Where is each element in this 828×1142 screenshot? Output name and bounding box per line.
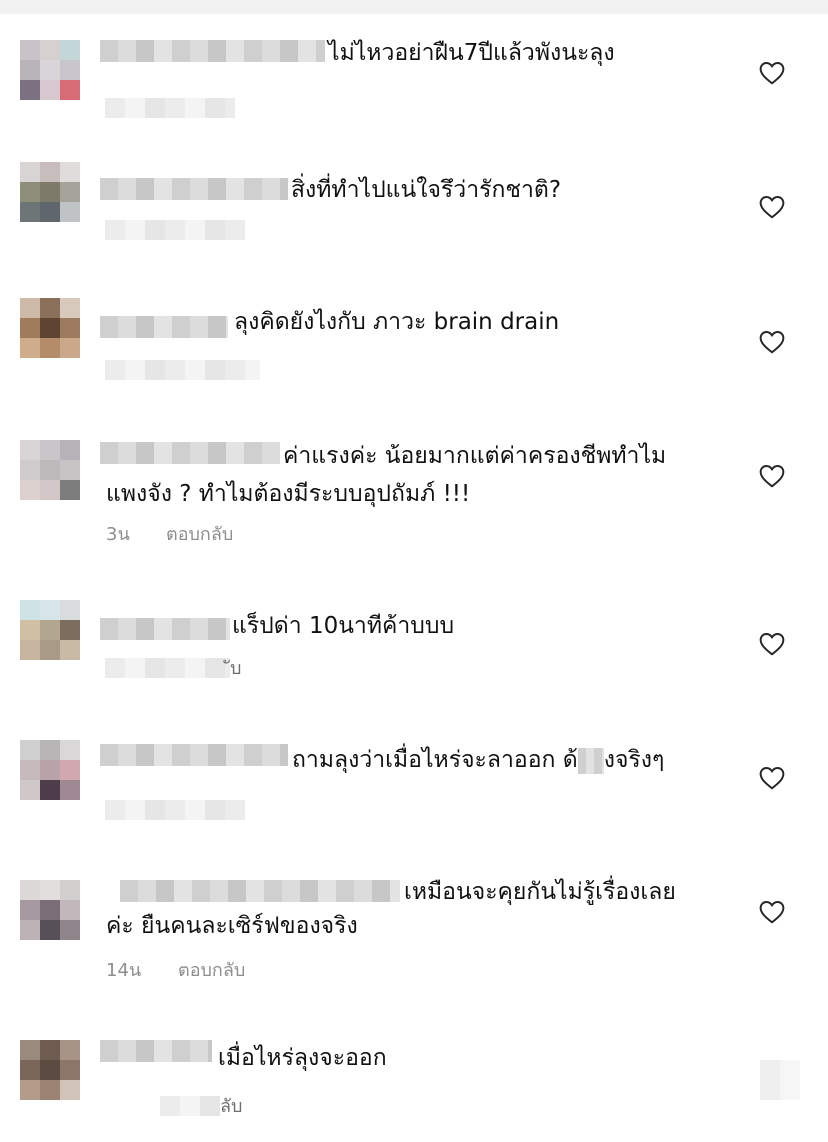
comment-text: เมื่อไหร่ลุงจะออก [218,1045,387,1071]
comment-text-part: งจริงๆ [603,747,665,773]
heart-outline-icon[interactable] [759,61,785,85]
comment-meta-blurred [105,220,245,240]
username-blurred[interactable] [100,618,230,640]
avatar[interactable] [20,1040,80,1100]
comment-text-line2: แพงจัง ? ทำไมต้องมีระบบอุปถัมภ์ !!! [106,481,471,507]
inline-blur [577,747,604,774]
avatar[interactable] [20,740,80,800]
avatar[interactable] [20,440,80,500]
comment-text: สิ่งที่ทำไปแน่ใจรึว่ารักชาติ? [291,177,562,203]
comment-meta-blurred [160,1096,220,1116]
username-blurred[interactable] [100,316,228,338]
avatar[interactable] [20,162,80,222]
comment-text: ค่าแรงค่ะ น้อยมากแต่ค่าครองชีพทำไม [283,443,667,469]
username-blurred[interactable] [100,40,325,62]
avatar[interactable] [20,600,80,660]
comment-meta-blurred [105,800,245,820]
comment-meta-blurred [105,360,260,380]
username-blurred[interactable] [100,1040,212,1062]
comment-item: ถามลุงว่าเมื่อไหร่จะลาออก ด้ งจริงๆ [0,720,828,860]
username-blurred[interactable] [100,744,288,766]
username-blurred[interactable] [120,880,400,902]
comment-text: ถามลุงว่าเมื่อไหร่จะลาออก ด้ งจริงๆ [292,744,664,776]
comment-item: ค่าแรงค่ะ น้อยมากแต่ค่าครองชีพทำไม แพงจั… [0,420,828,580]
comment-text-part: ถามลุงว่าเมื่อไหร่จะลาออก ด้ [292,747,578,773]
reply-button[interactable]: ตอบกลับ [166,524,233,546]
comment-time: 14น [106,960,142,981]
avatar[interactable] [20,298,80,358]
comment-text-line2: ค่ะ ยืนคนละเซิร์ฟของจริง [106,913,358,939]
comment-text: เหมือนจะคุยกันไม่รู้เรื่องเลย [404,879,676,905]
comment-item: เหมือนจะคุยกันไม่รู้เรื่องเลย ค่ะ ยืนคนล… [0,860,828,1020]
reply-button[interactable]: ลับ [220,1096,242,1118]
heart-outline-icon[interactable] [759,766,785,790]
avatar[interactable] [20,40,80,100]
username-blurred[interactable] [100,442,280,464]
comment-item: เมื่อไหร่ลุงจะออก ลับ [0,1020,828,1142]
heart-outline-icon[interactable] [759,330,785,354]
comment-item: ลุงคิดยังไงกับ ภาวะ brain drain [0,280,828,420]
reply-button[interactable]: ับ [230,658,241,680]
heart-outline-icon[interactable] [759,900,785,924]
heart-blurred[interactable] [760,1060,800,1100]
heart-outline-icon[interactable] [759,464,785,488]
heart-outline-icon[interactable] [759,632,785,656]
comment-meta-blurred [105,658,230,678]
avatar[interactable] [20,880,80,940]
comment-text: ลุงคิดยังไงกับ ภาวะ brain drain [234,309,560,335]
comment-text: ไม่ไหวอย่าฝืน7ปีแล้วพังนะลุง [328,40,615,66]
reply-button[interactable]: ตอบกลับ [178,960,245,982]
username-blurred[interactable] [100,178,288,200]
comment-item: สิ่งที่ทำไปแน่ใจรึว่ารักชาติ? [0,140,828,280]
heart-outline-icon[interactable] [759,195,785,219]
comment-item: ไม่ไหวอย่าฝืน7ปีแล้วพังนะลุง [0,0,828,140]
comment-text: แร็ปด่า 10นาทีค้าบบบ [232,613,455,639]
comment-time: 3น [106,524,130,545]
comment-item: แร็ปด่า 10นาทีค้าบบบ ับ [0,580,828,720]
comment-meta-blurred [105,98,235,118]
